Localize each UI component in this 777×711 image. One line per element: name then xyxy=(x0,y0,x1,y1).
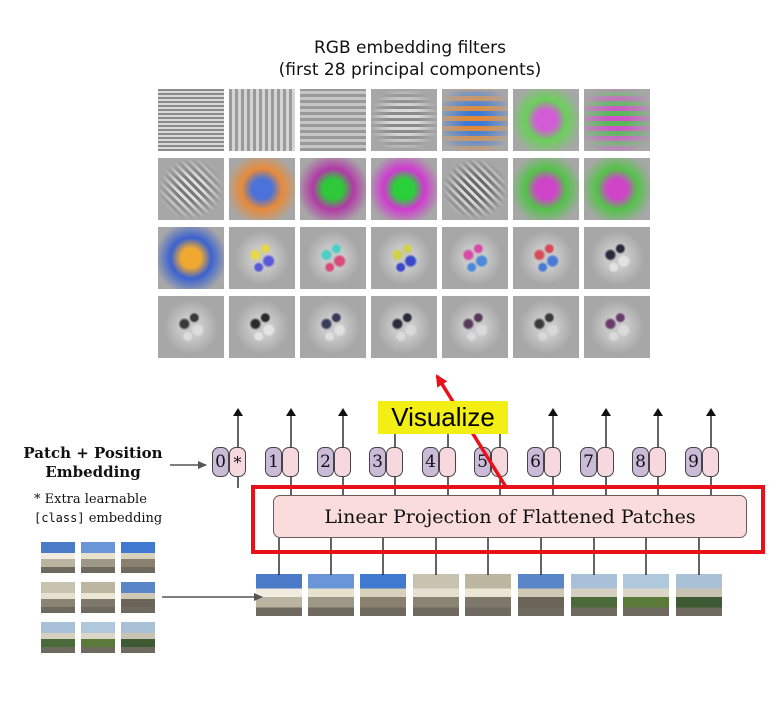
visualize-arrow-overlay xyxy=(435,374,508,488)
visualize-label: Visualize xyxy=(378,401,508,434)
